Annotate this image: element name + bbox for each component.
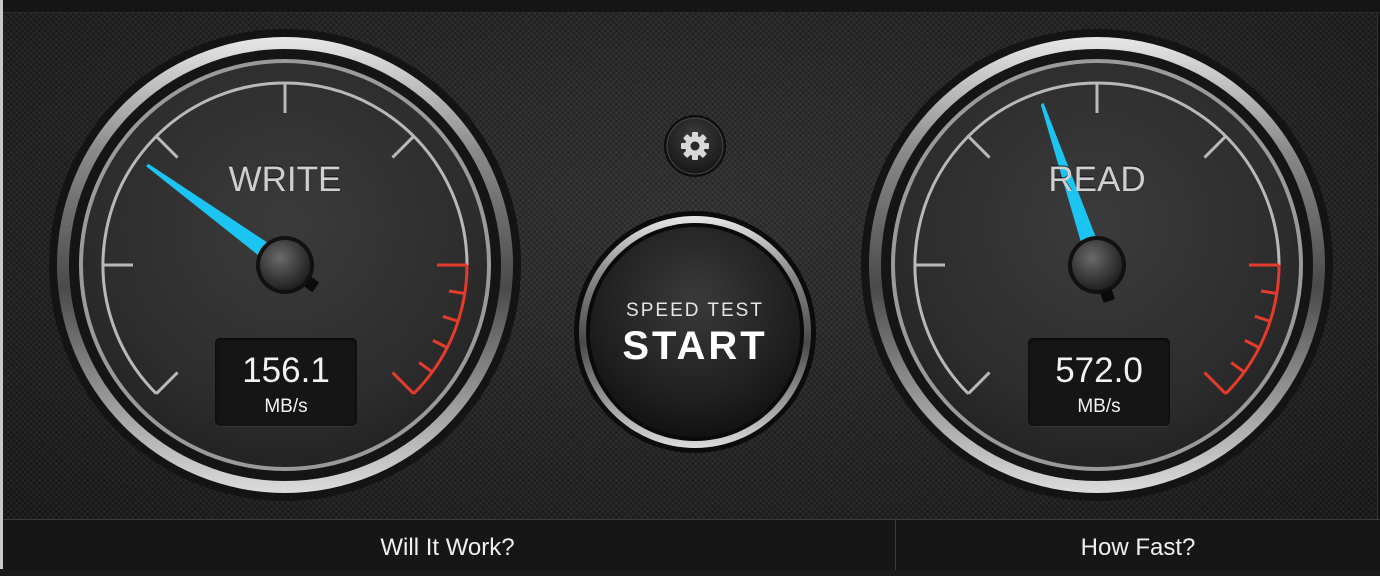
read-readout: 572.0 MB/s: [1028, 338, 1170, 426]
write-speed-unit: MB/s: [264, 396, 308, 417]
read-speed-value: 572.0: [1055, 351, 1143, 390]
write-gauge: [49, 29, 521, 501]
write-readout: 156.1 MB/s: [215, 338, 357, 426]
tab-will-it-work[interactable]: Will It Work?: [3, 520, 892, 570]
write-gauge-hub: [260, 240, 310, 290]
read-gauge: [861, 29, 1333, 501]
settings-button[interactable]: [664, 115, 726, 177]
start-button-caption: SPEED TEST: [626, 300, 764, 321]
read-gauge-label: READ: [1048, 160, 1146, 199]
app-window: WRITE READ 156.1 MB/s 572.0 MB/s SPEED T…: [0, 0, 1380, 570]
write-gauge-label: WRITE: [228, 160, 342, 199]
tab-how-fast[interactable]: How Fast?: [896, 520, 1380, 570]
gear-icon: [681, 132, 709, 160]
start-button-label: START: [622, 324, 768, 368]
read-gauge-hub: [1072, 240, 1122, 290]
bottom-bar: Will It Work? How Fast?: [3, 519, 1380, 570]
read-speed-unit: MB/s: [1077, 396, 1121, 417]
write-speed-value: 156.1: [242, 351, 330, 390]
speed-test-start-button[interactable]: SPEED TEST START: [575, 212, 815, 452]
